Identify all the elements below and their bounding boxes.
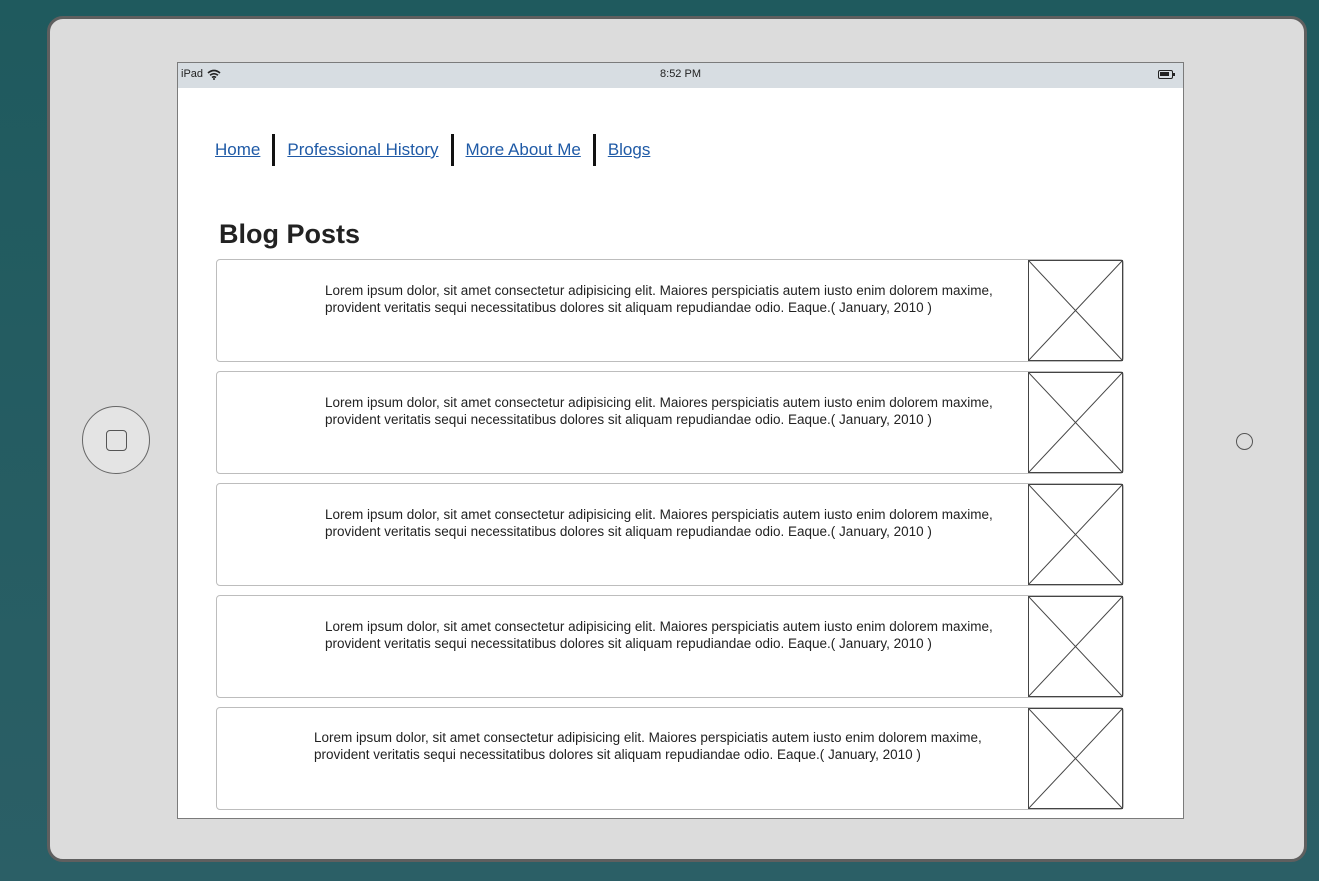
- blog-post-text: Lorem ipsum dolor, sit amet consectetur …: [325, 395, 993, 427]
- blog-post-card[interactable]: Lorem ipsum dolor, sit amet consectetur …: [216, 483, 1124, 586]
- blog-post-card[interactable]: Lorem ipsum dolor, sit amet consectetur …: [216, 371, 1124, 474]
- battery-icon: [1158, 70, 1175, 79]
- blog-post-list: Lorem ipsum dolor, sit amet consectetur …: [216, 259, 1124, 818]
- nav-home-link[interactable]: Home: [215, 140, 260, 160]
- ipad-frame: iPad 8:52 PM Home Professional History M…: [47, 16, 1307, 862]
- nav-more-about-me-link[interactable]: More About Me: [466, 140, 581, 160]
- image-placeholder-icon: [1028, 260, 1123, 361]
- page-title: Blog Posts: [219, 219, 361, 249]
- nav-separator: [592, 134, 596, 166]
- blog-post-text: Lorem ipsum dolor, sit amet consectetur …: [314, 730, 982, 762]
- home-button-icon[interactable]: [82, 406, 150, 474]
- image-placeholder-icon: [1028, 708, 1123, 809]
- nav-professional-history-link[interactable]: Professional History: [287, 140, 438, 160]
- nav-blogs-link[interactable]: Blogs: [608, 140, 651, 160]
- blog-post-text: Lorem ipsum dolor, sit amet consectetur …: [325, 619, 993, 651]
- image-placeholder-icon: [1028, 484, 1123, 585]
- blog-post-card[interactable]: Lorem ipsum dolor, sit amet consectetur …: [216, 595, 1124, 698]
- blog-post-card[interactable]: Lorem ipsum dolor, sit amet consectetur …: [216, 259, 1124, 362]
- top-nav: Home Professional History More About Me …: [215, 133, 650, 167]
- blog-post-text: Lorem ipsum dolor, sit amet consectetur …: [325, 507, 993, 539]
- nav-separator: [450, 134, 454, 166]
- status-bar: iPad 8:52 PM: [178, 63, 1183, 88]
- ipad-screen: iPad 8:52 PM Home Professional History M…: [177, 62, 1184, 819]
- blog-post-card[interactable]: Lorem ipsum dolor, sit amet consectetur …: [216, 707, 1124, 810]
- nav-separator: [272, 134, 276, 166]
- image-placeholder-icon: [1028, 596, 1123, 697]
- status-time: 8:52 PM: [660, 68, 701, 80]
- image-placeholder-icon: [1028, 372, 1123, 473]
- blog-post-text: Lorem ipsum dolor, sit amet consectetur …: [325, 283, 993, 315]
- camera-icon: [1236, 433, 1253, 450]
